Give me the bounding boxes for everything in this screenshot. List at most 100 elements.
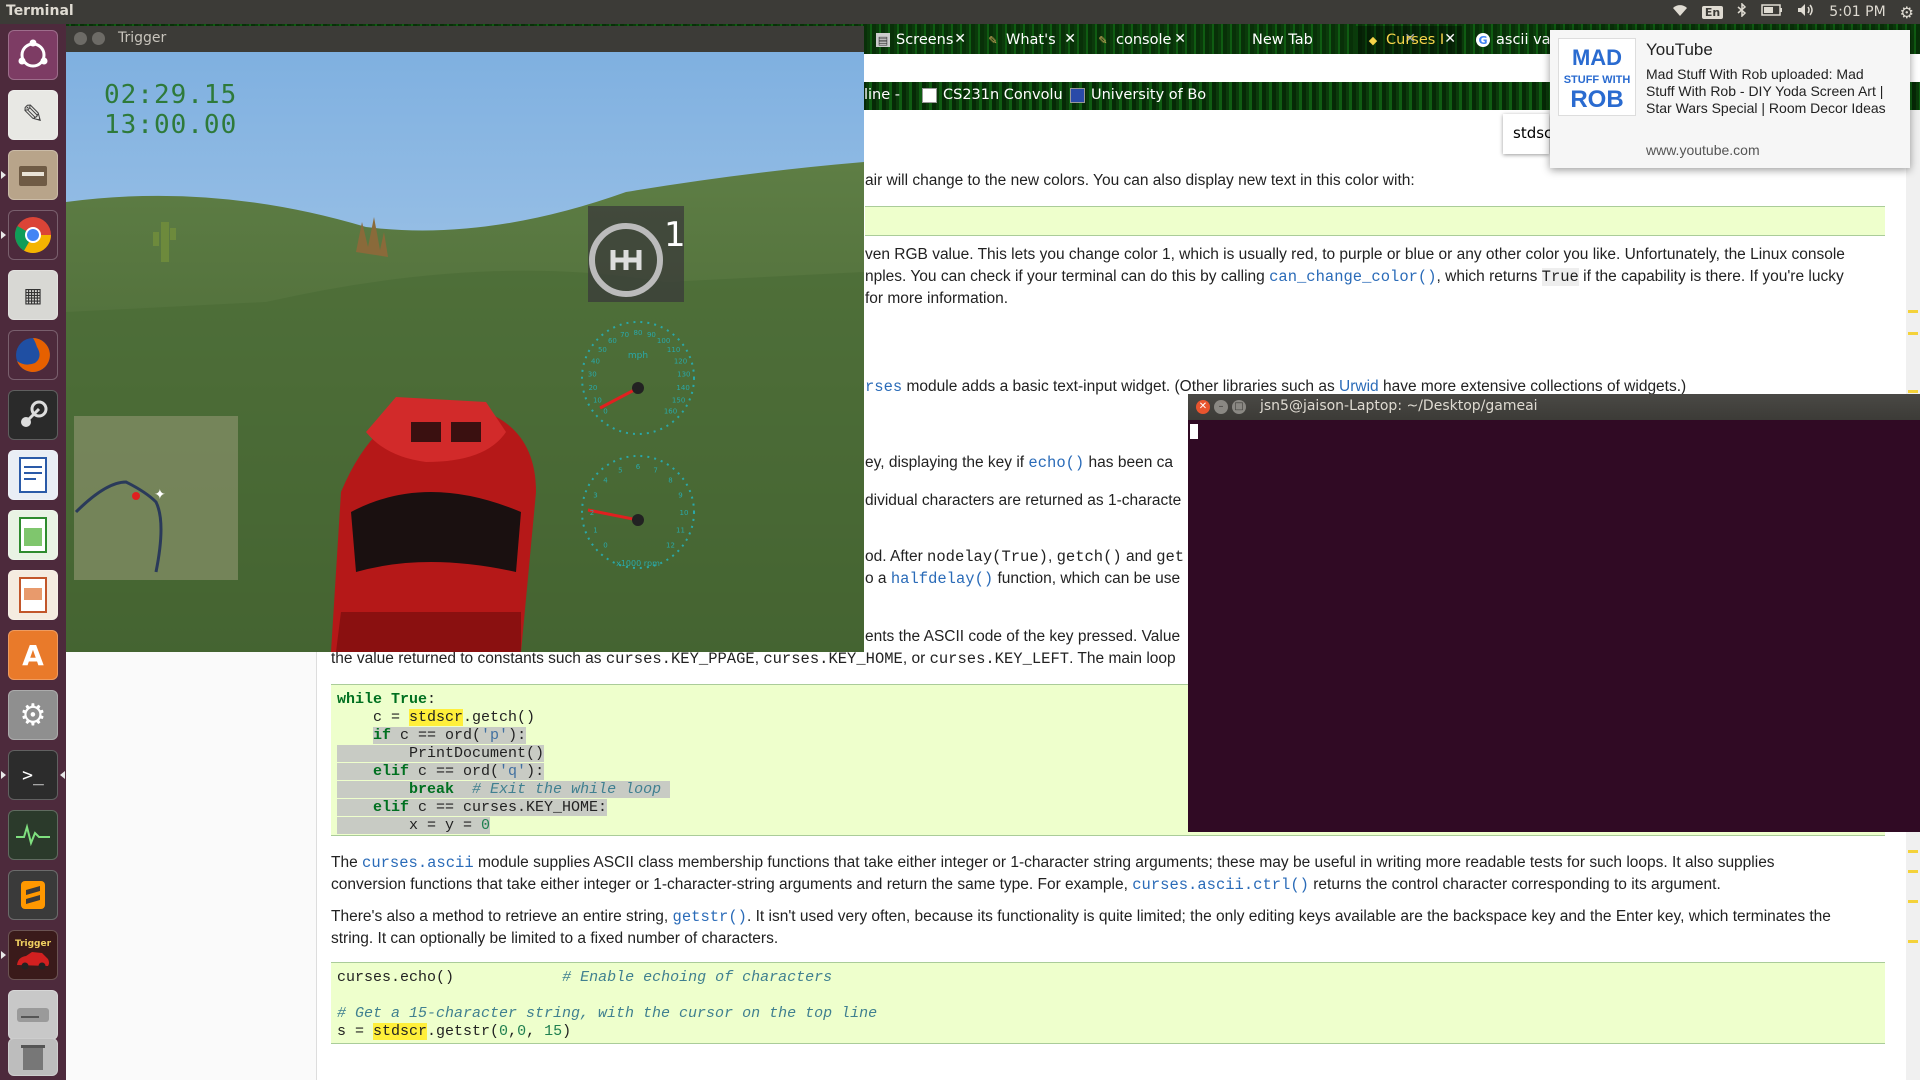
software-center-icon[interactable]: A — [8, 630, 58, 680]
code-token: PrintDocument() — [337, 745, 545, 762]
search-highlight: stdscr — [409, 709, 464, 726]
firefox-icon[interactable] — [8, 330, 58, 380]
steam-icon[interactable] — [8, 390, 58, 440]
game-viewport[interactable]: ✦ 1 mph x1000 rpm 0 10 20 30 40 50 60 70… — [66, 52, 864, 652]
tab-label: What's — [1006, 32, 1056, 48]
volume-icon[interactable] — [1797, 3, 1815, 21]
code-token: , — [526, 1023, 545, 1040]
text: ents the ASCII code of the key pressed. … — [865, 628, 1181, 645]
libreoffice-impress-icon[interactable] — [8, 570, 58, 620]
find-input-text[interactable]: stdsc — [1513, 124, 1552, 142]
google-icon: G — [1476, 33, 1490, 47]
close-icon[interactable]: ✕ — [954, 31, 966, 47]
terminal-icon[interactable]: >_ — [1, 750, 65, 800]
notification-bubble[interactable]: MAD STUFF WITH ROB YouTube Mad Stuff Wit… — [1550, 30, 1910, 168]
close-button[interactable]: ✕ — [1196, 400, 1210, 414]
tab-console[interactable]: ✎ console ✕ — [1086, 26, 1192, 54]
bookmark-label: CS231n Convolu — [943, 87, 1063, 103]
calculator-icon[interactable]: ▦ — [8, 270, 58, 320]
gauge-tick-label: 80 — [634, 329, 643, 337]
gauge-tick-label: 40 — [591, 357, 600, 365]
code-comment: # Enable echoing of characters — [562, 969, 833, 986]
trigger-game-window[interactable]: Trigger ✦ 1 mph x1000 rpm 0 10 20 30 40 … — [66, 26, 864, 652]
tab-screens[interactable]: ▤ Screens ✕ — [866, 26, 972, 54]
gauge-tick-label: 12 — [666, 542, 675, 550]
code-token: elif — [373, 799, 410, 816]
libreoffice-calc-icon[interactable] — [8, 510, 58, 560]
bookmark-label: University of Bo — [1091, 87, 1207, 103]
close-button[interactable] — [74, 32, 87, 45]
libreoffice-writer-icon[interactable] — [8, 450, 58, 500]
link[interactable]: getstr() — [673, 908, 747, 926]
battery-icon[interactable] — [1761, 4, 1783, 20]
title-bar[interactable]: Trigger — [66, 26, 864, 52]
code-token: while — [337, 691, 383, 708]
text: o a — [865, 570, 891, 587]
inline-code: getch() — [1056, 548, 1122, 566]
bookmark-item[interactable]: University of Bo — [1070, 87, 1206, 103]
text: ven RGB value. This lets you change colo… — [865, 246, 1845, 263]
keyboard-layout-indicator[interactable]: En — [1701, 5, 1724, 19]
text: , or — [902, 650, 930, 667]
lap-time: 02:29.15 — [104, 80, 238, 110]
minimize-button[interactable]: – — [1214, 400, 1228, 414]
gauge-tick-label: 130 — [677, 371, 690, 379]
text: module adds a basic text-input widget. (… — [902, 378, 1340, 395]
tab-curses[interactable]: ◆ Curses I ✕ — [1356, 26, 1462, 54]
close-icon[interactable]: ✕ — [1174, 31, 1186, 47]
paragraph: ey, displaying the key if echo() has bee… — [865, 452, 1173, 474]
settings-gear-icon[interactable]: ⚙ — [1900, 3, 1914, 22]
logo-text: STUFF WITH — [1564, 74, 1631, 86]
link[interactable]: can_change_color() — [1269, 268, 1436, 286]
link[interactable]: echo() — [1028, 454, 1084, 472]
terminal-window[interactable]: ✕ – □ jsn5@jaison-Laptop: ~/Desktop/game… — [1188, 394, 1920, 832]
link[interactable]: curses.ascii.ctrl() — [1132, 876, 1309, 894]
tab-label: Curses I — [1386, 32, 1445, 48]
code-comment: # Get a 15-character string, with the cu… — [337, 1005, 878, 1022]
minimize-button[interactable] — [92, 32, 105, 45]
code-token: ): — [508, 727, 527, 744]
disk-drive-icon[interactable] — [8, 990, 58, 1040]
file-manager-icon[interactable] — [1, 150, 58, 200]
system-settings-icon[interactable]: ⚙ — [8, 690, 58, 740]
system-tray: En 5:01 PM ⚙ — [1672, 0, 1914, 24]
close-icon[interactable]: ✕ — [1444, 31, 1456, 47]
system-monitor-icon[interactable] — [8, 810, 58, 860]
gauge-tick-label: 110 — [667, 346, 680, 354]
trigger-game-icon[interactable]: Trigger — [1, 930, 58, 980]
code-token: 0 — [481, 817, 491, 834]
find-bar[interactable]: stdsc — [1503, 114, 1552, 154]
text: air will change to the new colors. You c… — [865, 172, 1415, 189]
gauge-tick-label: 30 — [588, 371, 597, 379]
tab-whats[interactable]: ✎ What's ✕ — [976, 26, 1082, 54]
bookmark-item[interactable]: CS231n Convolu — [922, 87, 1063, 103]
gauge-tick-label: 6 — [636, 463, 641, 471]
link[interactable]: rses — [865, 378, 902, 396]
gauge-tick-label: 3 — [593, 491, 597, 499]
bookmark-item[interactable]: line - — [864, 87, 900, 103]
text: There's also a method to retrieve an ent… — [331, 908, 673, 925]
wifi-icon[interactable] — [1672, 3, 1688, 21]
sublime-text-icon[interactable] — [8, 870, 58, 920]
trash-icon[interactable] — [8, 1038, 58, 1076]
link[interactable]: curses.ascii — [362, 854, 474, 872]
clock[interactable]: 5:01 PM — [1829, 4, 1885, 20]
text: function, which can be use — [993, 570, 1181, 587]
gauge-tick-label: 0 — [603, 408, 607, 416]
chrome-icon[interactable] — [1, 210, 58, 260]
cactus-decoration — [161, 222, 169, 262]
inline-code: nodelay(True) — [927, 548, 1048, 566]
gear-indicator: 1 — [588, 206, 686, 302]
text-editor-icon[interactable]: ✎ — [8, 90, 58, 140]
ubuntu-dash-icon[interactable] — [8, 30, 58, 80]
maximize-button[interactable]: □ — [1232, 400, 1246, 414]
link[interactable]: halfdelay() — [891, 570, 993, 588]
bluetooth-icon[interactable] — [1737, 2, 1747, 21]
paragraph: air will change to the new colors. You c… — [865, 170, 1415, 192]
title-bar[interactable]: ✕ – □ jsn5@jaison-Laptop: ~/Desktop/game… — [1188, 394, 1920, 420]
tab-label: ascii va — [1496, 32, 1551, 48]
code-token: 0 — [499, 1023, 509, 1040]
link[interactable]: Urwid — [1339, 378, 1379, 395]
close-icon[interactable]: ✕ — [1064, 31, 1076, 47]
tab-label: Screens — [896, 32, 954, 48]
